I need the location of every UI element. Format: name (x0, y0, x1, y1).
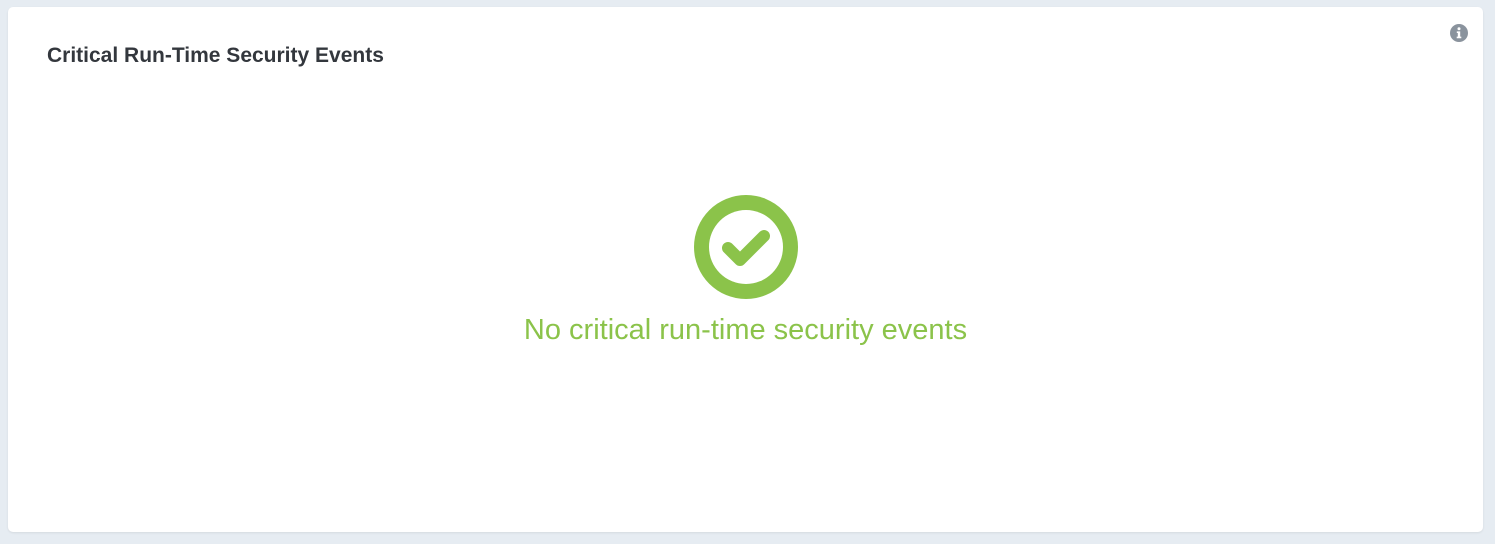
check-circle-icon (693, 195, 798, 299)
info-icon[interactable] (1450, 24, 1468, 42)
empty-state-message: No critical run-time security events (523, 314, 968, 346)
security-events-card: Critical Run-Time Security Events No cri… (8, 7, 1483, 532)
empty-state: No critical run-time security events (8, 195, 1483, 347)
card-title: Critical Run-Time Security Events (47, 44, 384, 67)
